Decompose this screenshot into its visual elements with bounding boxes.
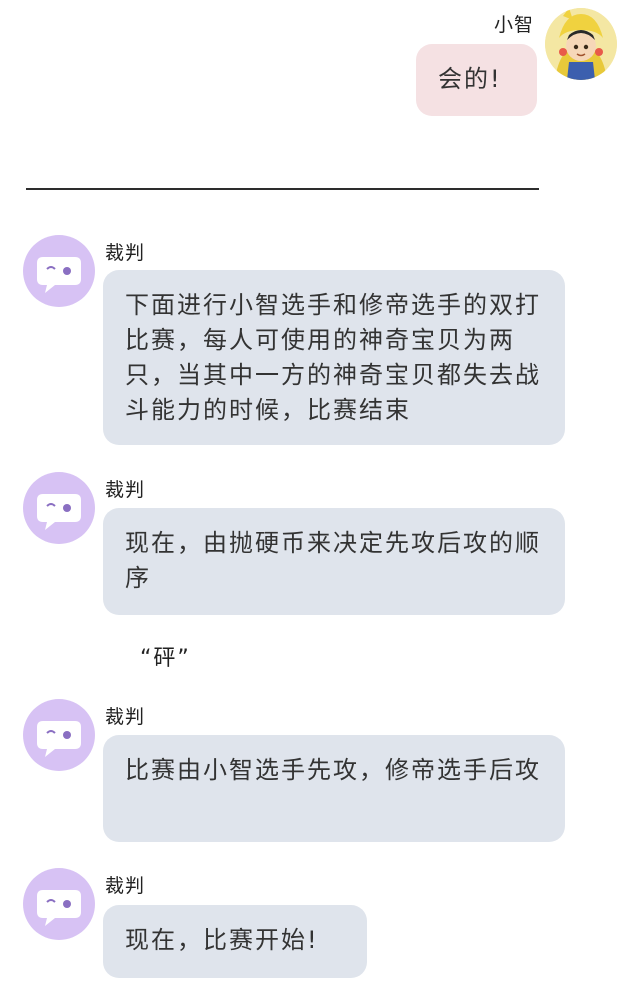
user-avatar-icon[interactable] <box>545 8 617 80</box>
message-bubble: 现在，比赛开始! <box>103 905 367 978</box>
message-bubble: 下面进行小智选手和修帝选手的双打比赛，每人可使用的神奇宝贝为两只，当其中一方的神… <box>103 270 565 445</box>
sender-name: 裁判 <box>105 242 146 264</box>
sound-effect-text: “砰” <box>140 646 191 671</box>
section-divider <box>26 188 539 190</box>
user-message-bubble: 会的! <box>416 44 537 116</box>
message-bubble: 比赛由小智选手先攻，修帝选手后攻 <box>103 735 565 842</box>
judge-avatar-icon[interactable] <box>23 235 95 307</box>
sender-name: 裁判 <box>105 706 146 728</box>
judge-avatar-icon[interactable] <box>23 699 95 771</box>
user-name: 小智 <box>493 14 534 36</box>
sender-name: 裁判 <box>105 479 146 501</box>
message-bubble: 现在，由抛硬币来决定先攻后攻的顺序 <box>103 508 565 615</box>
sender-name: 裁判 <box>105 875 146 897</box>
judge-avatar-icon[interactable] <box>23 472 95 544</box>
judge-avatar-icon[interactable] <box>23 868 95 940</box>
